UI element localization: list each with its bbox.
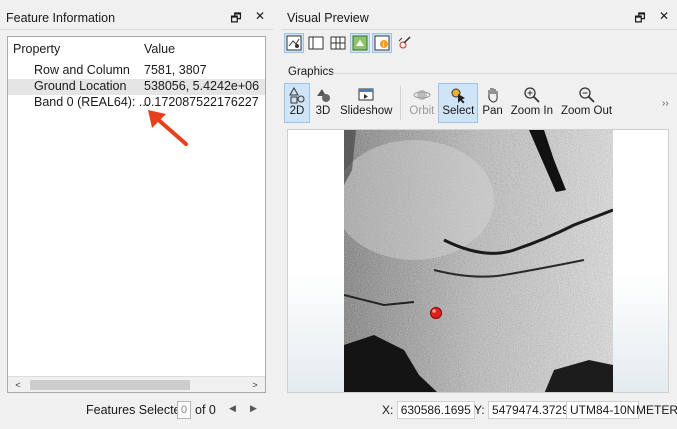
property-table-header: Property Value (8, 42, 265, 60)
preview-toolbar: i (284, 33, 414, 53)
grid-view-button[interactable] (328, 33, 348, 53)
zoom-in-button[interactable]: Zoom In (507, 83, 557, 123)
orbit-label: Orbit (409, 105, 435, 117)
units-value: METER (636, 403, 677, 417)
y-coordinate: 5479474.3729 (488, 401, 573, 419)
2d-button[interactable]: 2D (284, 83, 310, 123)
overview-map-button[interactable] (284, 33, 304, 53)
x-coordinate: 630586.1695 (396, 401, 475, 419)
layer-view-button[interactable] (350, 33, 370, 53)
select-icon (451, 88, 466, 104)
scroll-left-icon[interactable]: < (10, 378, 26, 392)
selected-count-spinbox[interactable]: 0 (177, 401, 191, 419)
horizontal-scrollbar[interactable]: < > (8, 376, 265, 392)
slideshow-icon (358, 88, 374, 101)
single-view-button[interactable] (306, 33, 326, 53)
table-row[interactable]: Ground Location 538056, 5.4242e+06 (8, 79, 265, 95)
pan-label: Pan (482, 105, 503, 117)
slideshow-label: Slideshow (340, 105, 393, 117)
2d-shapes-icon (289, 86, 305, 104)
property-column-header[interactable]: Property (13, 42, 60, 56)
status-y: Y: 5479474.3729 (474, 401, 573, 419)
graphics-toolbar: 2D 3D Slideshow Orbit Select Pan Zoom In… (284, 83, 616, 123)
overview-map-icon (286, 35, 302, 51)
visual-preview-title: Visual Preview (287, 10, 369, 25)
toolbar-overflow-icon[interactable]: ›› (662, 98, 669, 109)
property-cell: Ground Location (34, 79, 127, 93)
y-label: Y: (474, 403, 485, 417)
projection-value: UTM84-10N (566, 401, 640, 419)
float-pane-icon[interactable]: 🗗 (229, 9, 243, 30)
pane-splitter[interactable] (274, 0, 280, 429)
features-selected-label: Features Selected: (86, 403, 191, 417)
feature-information-title: Feature Information (6, 10, 116, 25)
single-view-icon (308, 36, 324, 50)
graphics-group-label: Graphics (288, 66, 335, 78)
orbit-icon (413, 90, 431, 100)
info-button[interactable]: i (372, 33, 392, 53)
orbit-button[interactable]: Orbit (405, 83, 438, 123)
value-cell: 538056, 5.4242e+06 (144, 79, 260, 93)
close-pane-icon[interactable]: ✕ (657, 9, 671, 30)
visual-preview-titlebar: Visual Preview 🗗 ✕ (281, 6, 677, 30)
float-pane-icon[interactable]: 🗗 (633, 9, 647, 30)
grid-view-icon (330, 36, 346, 50)
next-feature-icon[interactable]: ▶ (250, 403, 257, 414)
scrollbar-thumb[interactable] (30, 380, 190, 390)
3d-button[interactable]: 3D (310, 83, 336, 123)
x-label: X: (382, 403, 394, 417)
of-total-label: of 0 (195, 403, 216, 417)
toolbar-separator (400, 86, 402, 120)
property-table: Property Value Row and Column 7581, 3807… (7, 36, 266, 393)
scroll-right-icon[interactable]: > (247, 378, 263, 392)
info-icon: i (374, 35, 390, 51)
property-cell: Band 0 (REAL64): ... (34, 95, 150, 109)
2d-label: 2D (289, 105, 305, 117)
zoom-in-icon (524, 87, 540, 103)
zoom-out-label: Zoom Out (560, 105, 613, 117)
hand-icon (487, 88, 498, 103)
status-x: X: 630586.1695 (382, 401, 475, 419)
features-selected-bar: Features Selected: 0 of 0 ◀ ▶ (0, 400, 273, 422)
slideshow-button[interactable]: Slideshow (336, 83, 396, 123)
feature-information-titlebar: Feature Information 🗗 ✕ (0, 6, 273, 30)
value-column-header[interactable]: Value (144, 42, 175, 56)
satellite-button[interactable] (394, 33, 414, 53)
map-viewport[interactable] (287, 129, 669, 393)
zoom-out-icon (578, 87, 595, 103)
close-pane-icon[interactable]: ✕ (253, 9, 267, 30)
satellite-image[interactable] (344, 130, 613, 393)
table-row[interactable]: Row and Column 7581, 3807 (8, 63, 265, 79)
zoom-out-button[interactable]: Zoom Out (557, 83, 616, 123)
location-marker[interactable] (430, 307, 442, 319)
graphics-group-rule (330, 73, 677, 74)
select-label: Select (442, 105, 475, 117)
value-cell: 7581, 3807 (144, 63, 207, 77)
3d-label: 3D (315, 105, 331, 117)
3d-shapes-icon (317, 89, 330, 102)
satellite-icon (398, 36, 411, 49)
status-units: METER (636, 403, 677, 417)
pan-button[interactable]: Pan (478, 83, 506, 123)
value-cell: 0.172087522176227 (144, 95, 259, 109)
property-cell: Row and Column (34, 63, 130, 77)
zoom-in-label: Zoom In (510, 105, 553, 117)
red-arrow-annotation (148, 110, 188, 146)
select-button[interactable]: Select (438, 83, 479, 123)
table-row[interactable]: Band 0 (REAL64): ... 0.172087522176227 (8, 95, 265, 111)
previous-feature-icon[interactable]: ◀ (229, 403, 236, 414)
layer-view-icon (352, 35, 368, 51)
status-projection: UTM84-10N (566, 401, 640, 419)
